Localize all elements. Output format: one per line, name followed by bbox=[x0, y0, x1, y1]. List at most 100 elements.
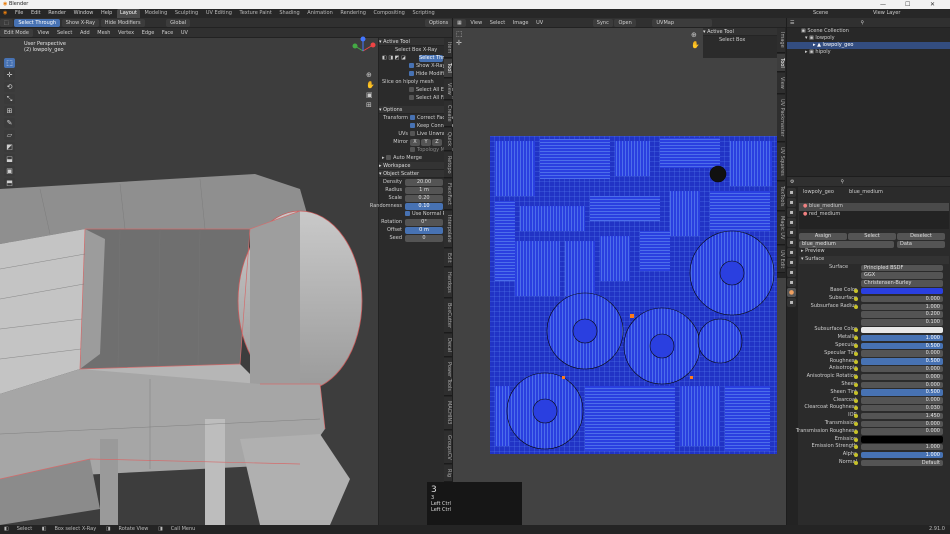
vertical-tab[interactable]: TexTools bbox=[777, 181, 785, 212]
vertical-tab[interactable]: View bbox=[777, 73, 785, 95]
viewport-3d[interactable]: ⬚ Select Through Show X-Ray Hide Modifie… bbox=[0, 18, 458, 525]
uv-editor[interactable]: ▦ View Select Image UV Sync Open UVMap ⬚… bbox=[427, 18, 786, 525]
menu-edge[interactable]: Edge bbox=[139, 28, 158, 38]
socket-dot-icon[interactable] bbox=[854, 343, 858, 348]
socket-dot-icon[interactable] bbox=[854, 429, 858, 434]
uv-map-selector[interactable]: UVMap bbox=[652, 19, 713, 27]
vertical-tab[interactable]: View bbox=[444, 79, 452, 100]
menu-view[interactable]: View bbox=[35, 28, 53, 38]
mirror-y-toggle[interactable]: Y bbox=[421, 138, 431, 146]
zoom-icon[interactable]: ⊕ bbox=[366, 70, 375, 80]
socket-dot-icon[interactable] bbox=[854, 390, 858, 395]
menu-help[interactable]: Help bbox=[98, 9, 115, 18]
object-lowpoly-geo-row[interactable]: ▸ ▲ lowpoly_geo bbox=[787, 42, 950, 49]
tab-compositing[interactable]: Compositing bbox=[371, 9, 408, 18]
bsdf-input-field[interactable] bbox=[861, 326, 943, 334]
vertical-tab[interactable]: FlexiFact bbox=[444, 179, 452, 211]
vertical-tab[interactable]: Rig bbox=[444, 465, 452, 483]
tab-layout[interactable]: Layout bbox=[116, 9, 140, 18]
options-section[interactable]: ▾ Options bbox=[379, 106, 444, 114]
close-button[interactable]: ✕ bbox=[930, 0, 935, 9]
bsdf-input-field[interactable]: 0.000 bbox=[861, 381, 943, 389]
socket-dot-icon[interactable] bbox=[854, 421, 858, 426]
menu-render[interactable]: Render bbox=[45, 9, 69, 18]
bsdf-input-field[interactable]: 0.030 bbox=[861, 404, 943, 412]
object-scatter-section[interactable]: ▾ Object Scatter bbox=[379, 170, 444, 178]
randomness-field[interactable]: 0.10 bbox=[405, 202, 443, 210]
socket-dot-icon[interactable] bbox=[854, 453, 858, 458]
bsdf-input-field[interactable] bbox=[861, 287, 943, 295]
bsdf-input-field[interactable]: 1.000 bbox=[861, 303, 943, 311]
properties-tab-icon[interactable]: ▪ bbox=[787, 198, 796, 207]
scale-field[interactable]: 0.20 bbox=[405, 194, 443, 202]
bsdf-input-field[interactable]: 0.200 bbox=[861, 311, 943, 318]
surface-section[interactable]: ▾ Surface bbox=[799, 256, 949, 264]
menu-vertex[interactable]: Vertex bbox=[115, 28, 137, 38]
show-xray-checkbox[interactable]: Show X-Ray bbox=[379, 62, 445, 70]
menu-face[interactable]: Face bbox=[159, 28, 176, 38]
hide-modifiers-checkbox[interactable]: Hide Modifiers bbox=[379, 70, 452, 78]
bsdf-input-field[interactable]: 0.100 bbox=[861, 319, 943, 326]
distribution-dropdown[interactable]: GGX bbox=[861, 272, 943, 279]
select-all-faces-checkbox[interactable]: Select All Faces bbox=[379, 94, 455, 102]
vertical-tab[interactable]: BoxCutter bbox=[444, 299, 452, 334]
bsdf-input-field[interactable]: Default bbox=[861, 459, 943, 466]
socket-dot-icon[interactable] bbox=[854, 351, 858, 356]
deselect-button[interactable]: Deselect bbox=[897, 233, 945, 240]
scene-collection-row[interactable]: ▣ Scene Collection bbox=[787, 28, 950, 35]
bsdf-input-field[interactable]: 1.450 bbox=[861, 412, 943, 420]
properties-tab-icon[interactable]: ▪ bbox=[787, 298, 796, 307]
camera-icon[interactable]: ▣ bbox=[366, 90, 375, 100]
vertical-tab[interactable]: UV Packmaster bbox=[777, 95, 785, 143]
menu-uv[interactable]: UV bbox=[178, 28, 191, 38]
properties-tab-icon[interactable]: ▪ bbox=[787, 268, 796, 277]
socket-dot-icon[interactable] bbox=[854, 445, 858, 450]
maximize-button[interactable]: ☐ bbox=[905, 0, 910, 9]
rotation-field[interactable]: 0° bbox=[405, 218, 443, 226]
uv-menu-select[interactable]: Select bbox=[487, 18, 508, 28]
tab-modeling[interactable]: Modeling bbox=[142, 9, 171, 18]
grid-icon[interactable]: ⊞ bbox=[366, 100, 375, 110]
properties-tab-icon[interactable]: ▪ bbox=[787, 278, 796, 287]
viewport-options-dropdown[interactable]: Options bbox=[425, 19, 453, 27]
properties-tab-icon[interactable]: ▪ bbox=[787, 248, 796, 257]
socket-dot-icon[interactable] bbox=[854, 289, 858, 294]
bsdf-input-field[interactable]: 0.000 bbox=[861, 365, 943, 373]
vertical-tab[interactable]: Retopo bbox=[444, 151, 452, 179]
uv-cursor-tool-icon[interactable]: ✛ bbox=[456, 39, 463, 48]
vertical-tab[interactable]: GroupsCV bbox=[444, 430, 452, 465]
bsdf-input-field[interactable]: 0.000 bbox=[861, 428, 943, 435]
vertical-tab[interactable]: Quick bbox=[444, 127, 452, 151]
socket-dot-icon[interactable] bbox=[854, 460, 858, 465]
properties-tab-icon[interactable]: ▪ bbox=[787, 188, 796, 197]
uv-open-button[interactable]: Open bbox=[614, 19, 636, 27]
select-all-edges-checkbox[interactable]: Select All Edges bbox=[379, 86, 456, 94]
bsdf-input-field[interactable]: 1.000 bbox=[861, 451, 943, 459]
preview-section[interactable]: ▸ Preview bbox=[799, 248, 949, 256]
properties-tab-icon[interactable]: ▪ bbox=[787, 208, 796, 217]
minimize-button[interactable]: — bbox=[880, 0, 886, 9]
menu-window[interactable]: Window bbox=[71, 9, 97, 18]
menu-add[interactable]: Add bbox=[77, 28, 93, 38]
socket-dot-icon[interactable] bbox=[854, 437, 858, 442]
properties-tab-icon[interactable]: ▪ bbox=[787, 258, 796, 267]
hide-modifiers-toggle[interactable]: Hide Modifiers bbox=[100, 19, 145, 27]
data-link-dropdown[interactable]: Data bbox=[897, 241, 945, 248]
material-name-field[interactable]: blue_medium bbox=[799, 241, 894, 248]
select-button[interactable]: Select bbox=[848, 233, 896, 240]
vertical-tab[interactable]: Interpolate bbox=[444, 211, 452, 248]
socket-dot-icon[interactable] bbox=[854, 359, 858, 364]
outliner-filter-icon[interactable]: ⚲ bbox=[857, 18, 867, 28]
use-normal-checkbox[interactable]: Use Normal Ro bbox=[379, 210, 449, 218]
uv-menu-image[interactable]: Image bbox=[510, 18, 532, 28]
workspace-section[interactable]: ▸ Workspace bbox=[379, 162, 444, 170]
seed-field[interactable]: 0 bbox=[405, 234, 443, 242]
bsdf-input-field[interactable]: 0.500 bbox=[861, 389, 943, 396]
socket-dot-icon[interactable] bbox=[854, 375, 858, 380]
view-layer-selector[interactable]: View Layer bbox=[870, 9, 903, 18]
editor-type-dropdown[interactable]: ▦ bbox=[453, 19, 466, 27]
pan-hand-icon[interactable]: ✋ bbox=[366, 80, 375, 90]
socket-dot-icon[interactable] bbox=[854, 398, 858, 403]
select-box-tool-icon[interactable]: ⬚ bbox=[0, 19, 13, 27]
properties-tab-icon[interactable]: ▪ bbox=[787, 238, 796, 247]
